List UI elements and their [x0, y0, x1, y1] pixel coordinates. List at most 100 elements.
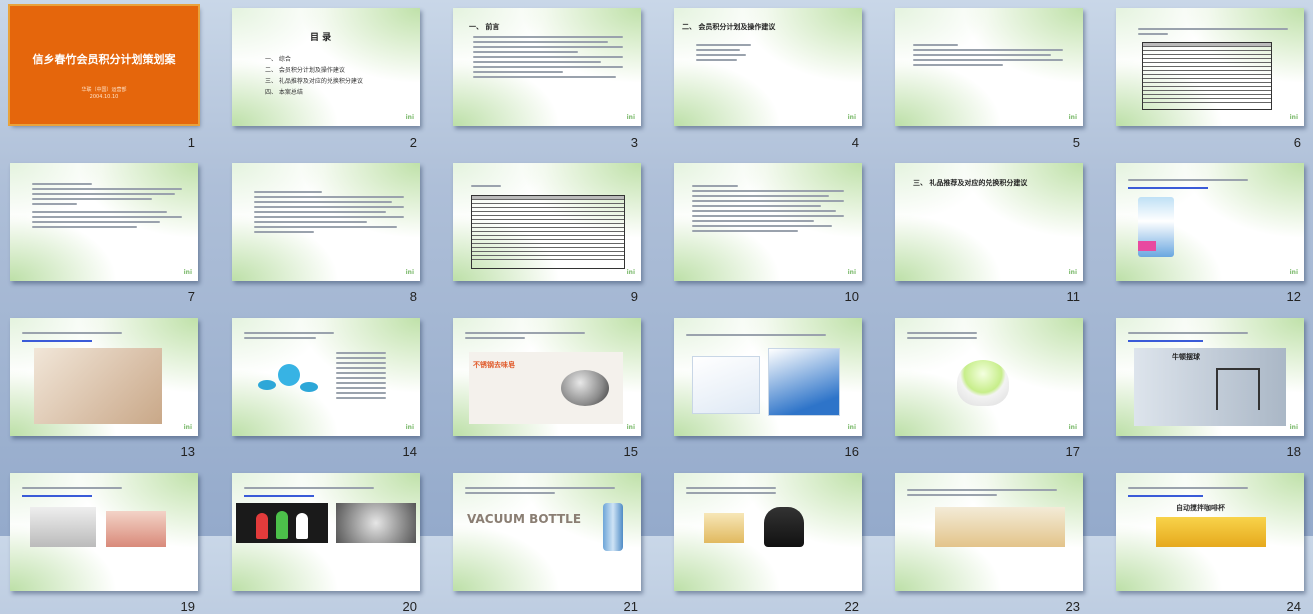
- slide-number: 5: [1072, 135, 1080, 150]
- slide-number: 11: [1066, 289, 1081, 304]
- slide-number: 13: [180, 444, 195, 459]
- product-image: [336, 503, 416, 543]
- slide-thumbnail-24[interactable]: 自动搅拌咖啡杯: [1116, 473, 1304, 591]
- toc-item: 四、 本案总结: [265, 89, 303, 96]
- slide-number: 20: [402, 599, 417, 614]
- toc-item: 三、 礼品推荐及对应的兑换积分建议: [265, 78, 363, 85]
- text-block: [473, 36, 623, 81]
- cover-date: 2004.10.10: [89, 94, 119, 100]
- slide-thumbnail-15[interactable]: 不锈钢去味皂 ini: [453, 318, 641, 436]
- slide-number: 12: [1286, 289, 1301, 304]
- slide-thumbnail-3[interactable]: 一、 前言 ini: [453, 8, 641, 126]
- toc-item: 二、 会员积分计划及操作建议: [265, 67, 345, 74]
- slide-thumbnail-11[interactable]: 三、 礼品推荐及对应的兑换积分建议 ini: [895, 163, 1083, 281]
- slide-number: 7: [187, 289, 195, 304]
- points-table: [1142, 42, 1272, 110]
- slide-thumbnail-19[interactable]: [10, 473, 198, 591]
- product-link[interactable]: [1128, 187, 1208, 189]
- product-image: [935, 507, 1065, 547]
- text-block: [686, 487, 776, 497]
- slide-thumbnail-14[interactable]: ini: [232, 318, 420, 436]
- slide-number: 18: [1286, 444, 1301, 459]
- product-image: [30, 507, 96, 547]
- slide-number: 16: [844, 444, 859, 459]
- slide-thumbnail-21[interactable]: VACUUM BOTTLE: [453, 473, 641, 591]
- text-block: [907, 489, 1057, 499]
- slide-number: 3: [630, 135, 638, 150]
- slide-thumbnail-13[interactable]: ini: [10, 318, 198, 436]
- slide-number: 23: [1065, 599, 1080, 614]
- slide-thumbnail-10[interactable]: ini: [674, 163, 862, 281]
- product-label: [1138, 241, 1156, 251]
- slide-number: 4: [851, 135, 859, 150]
- product-link[interactable]: [22, 495, 92, 497]
- product-image: [1156, 517, 1266, 547]
- text-block: [1128, 487, 1248, 492]
- points-table: [471, 195, 625, 269]
- slide-number: 14: [402, 444, 417, 459]
- product-image: [236, 503, 328, 543]
- slide-thumbnail-8[interactable]: ini: [232, 163, 420, 281]
- text-block: [907, 332, 977, 342]
- slide-number: 2: [409, 135, 417, 150]
- product-caption: 自动搅拌咖啡杯: [1176, 504, 1225, 512]
- text-block: [32, 183, 182, 231]
- slide-thumbnail-20[interactable]: [232, 473, 420, 591]
- slide-thumbnail-16[interactable]: ini: [674, 318, 862, 436]
- text-block: [913, 44, 1063, 69]
- slide-number: 21: [623, 599, 638, 614]
- text-block: [254, 191, 404, 236]
- cradle-frame: [1216, 368, 1260, 410]
- slide-thumbnail-9[interactable]: ini: [453, 163, 641, 281]
- slide-number: 10: [844, 289, 859, 304]
- slide-thumbnail-18[interactable]: 牛顿摆球 ini: [1116, 318, 1304, 436]
- slide-number: 9: [630, 289, 638, 304]
- cover-title: 信乡春竹会员积分计划策划案: [32, 53, 176, 66]
- slide-thumbnail-22[interactable]: [674, 473, 862, 591]
- product-image: [704, 513, 744, 543]
- slide-thumbnail-12[interactable]: ini: [1116, 163, 1304, 281]
- text-block: [465, 332, 585, 342]
- slide-thumbnail-17[interactable]: ini: [895, 318, 1083, 436]
- bottle-image: [603, 503, 623, 551]
- toc-item: 一、 综合: [265, 56, 291, 63]
- slide-thumbnail-4[interactable]: 二、 会员积分计划及操作建议 ini: [674, 8, 862, 126]
- text-block: [692, 185, 844, 235]
- slide-sorter-grid: 信乡春竹会员积分计划策划案 华联（中国）运营部 2004.10.10 1 目 录…: [0, 0, 1313, 614]
- product-link[interactable]: [1128, 495, 1203, 497]
- slide-thumbnail-1[interactable]: 信乡春竹会员积分计划策划案 华联（中国）运营部 2004.10.10: [8, 4, 200, 126]
- slide-heading: 一、 前言: [469, 23, 500, 31]
- text-block: [22, 487, 122, 492]
- text-block: [686, 334, 826, 339]
- text-block: [244, 332, 334, 342]
- product-image: [1134, 348, 1286, 426]
- slide-number: 1: [187, 135, 195, 150]
- text-block: [1128, 332, 1248, 337]
- text-block: [22, 332, 122, 337]
- kettle-image: [764, 507, 804, 547]
- slide-number: 19: [180, 599, 195, 614]
- slide-thumbnail-5[interactable]: ini: [895, 8, 1083, 126]
- soap-image: [561, 370, 609, 406]
- toc-heading: 目 录: [310, 33, 332, 43]
- product-link[interactable]: [244, 495, 314, 497]
- text-block: [1138, 28, 1288, 38]
- text-block: [1128, 179, 1248, 184]
- text-block: [465, 487, 615, 497]
- product-image: [34, 348, 162, 424]
- slide-thumbnail-6[interactable]: ini: [1116, 8, 1304, 126]
- product-link[interactable]: [1128, 340, 1203, 342]
- slide-number: 8: [409, 289, 417, 304]
- slide-thumbnail-23[interactable]: [895, 473, 1083, 591]
- product-box-image: [768, 348, 840, 416]
- spec-list: [336, 352, 386, 402]
- slide-thumbnail-2[interactable]: 目 录 一、 综合 二、 会员积分计划及操作建议 三、 礼品推荐及对应的兑换积分…: [232, 8, 420, 126]
- slide-thumbnail-7[interactable]: ini: [10, 163, 198, 281]
- product-link[interactable]: [22, 340, 92, 342]
- text-block: [471, 185, 501, 190]
- product-image: [258, 354, 318, 402]
- product-caption: VACUUM BOTTLE: [467, 512, 582, 526]
- text-block: [696, 44, 751, 64]
- product-box-image: [692, 356, 760, 414]
- product-image: [106, 511, 166, 547]
